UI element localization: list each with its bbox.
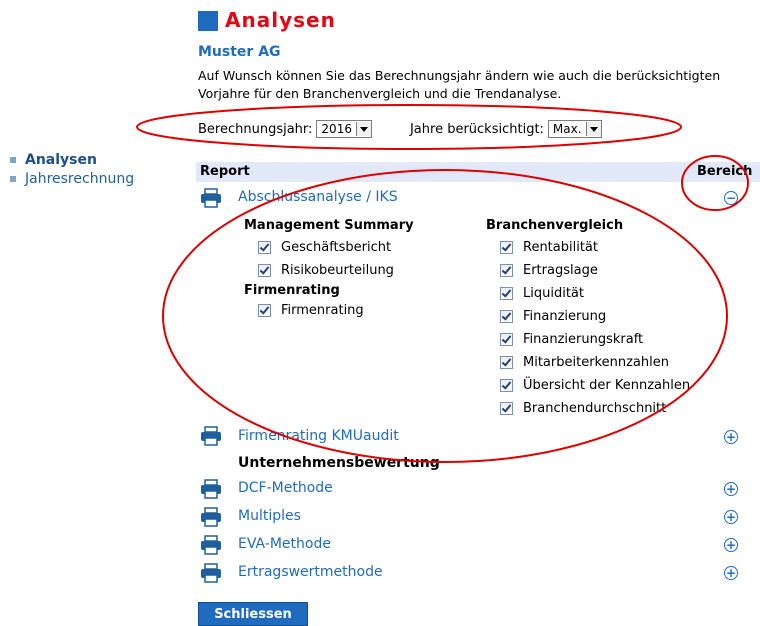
annotation-ellipse-sections	[162, 169, 728, 463]
annotation-ellipse-bereich	[681, 155, 749, 211]
annotation-ellipse-year	[136, 104, 682, 150]
annotation-overlay	[136, 104, 749, 463]
